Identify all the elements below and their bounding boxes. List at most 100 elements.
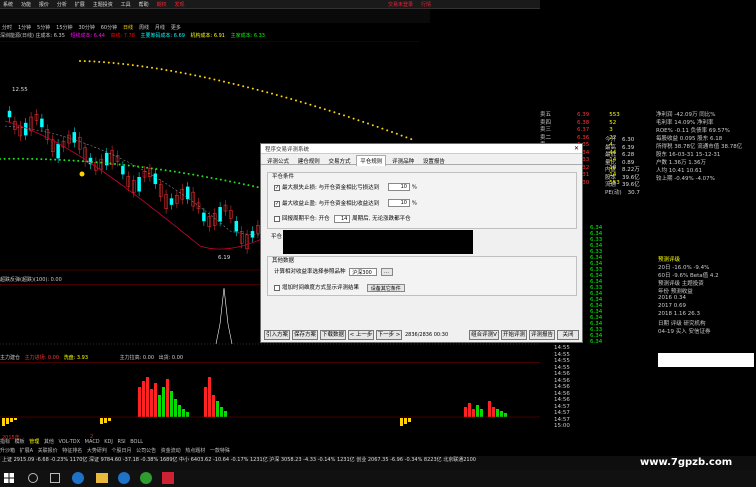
ma-dot: [146, 66, 149, 69]
app-stock-icon[interactable]: [162, 472, 174, 484]
broker-row: 预测评级 主题投资: [658, 281, 704, 287]
tab-formula[interactable]: 评测公式: [264, 156, 292, 166]
search-icon[interactable]: [28, 473, 38, 483]
tf-week[interactable]: 周线: [137, 23, 151, 32]
tab-kdj[interactable]: KDJ: [104, 439, 113, 445]
prev-step-button[interactable]: < 上一步: [348, 330, 374, 340]
tf-more[interactable]: 更多: [169, 23, 183, 32]
test-report-button[interactable]: 评测报告: [529, 330, 555, 340]
taskbar: [0, 470, 756, 487]
menu-tools[interactable]: 工具: [118, 0, 134, 9]
fundamental-row: 股东 16-03-31 15-12-31: [656, 152, 721, 158]
ma-dot: [213, 78, 216, 81]
close-button[interactable]: 关闭: [557, 330, 579, 340]
tab2-1[interactable]: 扩展A: [20, 448, 33, 454]
tab2-2[interactable]: 关联报价: [38, 448, 58, 454]
candle-body: [153, 173, 158, 185]
menu-trade-login[interactable]: 交易未登录: [385, 0, 416, 9]
menu-help[interactable]: 帮助: [136, 0, 152, 9]
menu-quote-right[interactable]: 行情: [418, 0, 434, 9]
windows-start-icon[interactable]: [4, 473, 14, 483]
tf-day[interactable]: 日线: [121, 23, 135, 32]
ma-dot: [81, 160, 84, 163]
ime-toolbar[interactable]: [658, 353, 754, 367]
tab-template[interactable]: 模板: [15, 439, 25, 445]
tf-tick[interactable]: 分时: [0, 23, 14, 32]
tf-month[interactable]: 月线: [153, 23, 167, 32]
ma-dot: [199, 75, 201, 78]
edge-browser-icon[interactable]: [72, 472, 84, 484]
tf-5m[interactable]: 5分钟: [35, 23, 52, 32]
ma-dot: [319, 106, 321, 109]
tab2-9[interactable]: 一款特殊: [210, 448, 230, 454]
menu-function[interactable]: 功能: [18, 0, 34, 9]
volume-bar: [404, 418, 407, 424]
event-marker-icon[interactable]: [79, 171, 85, 177]
takeprofit-checkbox[interactable]: ✓: [274, 200, 280, 207]
volume-panel[interactable]: [0, 362, 540, 434]
ma-dot: [256, 186, 259, 189]
start-test-button[interactable]: 开始评测: [501, 330, 527, 340]
volume-bar: [476, 405, 479, 417]
benchmark-browse-button[interactable]: …: [381, 267, 394, 276]
tab-manage[interactable]: 管理: [29, 439, 39, 445]
tab2-7[interactable]: 资金流动: [161, 448, 181, 454]
tab-entry[interactable]: 建仓规则: [295, 156, 323, 166]
file-explorer-icon[interactable]: [96, 473, 108, 483]
stoploss-checkbox[interactable]: ✓: [274, 184, 280, 191]
stoploss-input[interactable]: 10: [388, 183, 410, 191]
tab-exit[interactable]: 平仓规则: [356, 155, 387, 166]
tab2-0[interactable]: 升沙箱: [0, 448, 15, 454]
status-text: 上证 2915.09 -6.68 -0.23% 1170亿 深证 9784.60…: [2, 457, 476, 463]
tf-30m[interactable]: 30分钟: [76, 23, 96, 32]
combo-test-button[interactable]: 组合评测V: [469, 330, 499, 340]
tf-60m[interactable]: 60分钟: [99, 23, 119, 32]
tab2-4[interactable]: 大势研判: [87, 448, 107, 454]
menu-analysis[interactable]: 分析: [54, 0, 70, 9]
app-k-icon[interactable]: [118, 472, 130, 484]
next-step-button[interactable]: 下一步 >: [376, 330, 402, 340]
close-icon[interactable]: ✕: [574, 145, 579, 152]
download-data-button[interactable]: 下载数据: [320, 330, 346, 340]
menu-system[interactable]: 系统: [0, 0, 16, 9]
tab-report[interactable]: 设置报告: [420, 156, 448, 166]
ma-dot: [83, 60, 86, 63]
menu-quote[interactable]: 报价: [36, 0, 52, 9]
tab-other[interactable]: 其他: [44, 439, 54, 445]
tab-macd[interactable]: MACD: [85, 439, 100, 445]
candle-body: [56, 143, 60, 159]
broker-row: 60日 -9.6% Beta值 4.2: [658, 273, 719, 279]
yellow-dot-line: [79, 60, 413, 141]
ma-dot: [252, 185, 254, 188]
tf-1m[interactable]: 1分钟: [16, 23, 33, 32]
menu-options[interactable]: 期权: [154, 0, 170, 9]
time-dimension-checkbox[interactable]: [274, 284, 280, 291]
tab2-5[interactable]: 个股日月: [111, 448, 131, 454]
tab-symbols[interactable]: 评测品种: [389, 156, 417, 166]
menu-extend[interactable]: 扩展: [72, 0, 88, 9]
menu-theme[interactable]: 主题投资: [90, 0, 116, 9]
menu-discover[interactable]: 发现: [171, 0, 187, 9]
benchmark-input[interactable]: 沪深300: [349, 267, 378, 276]
tab2-6[interactable]: 公司公告: [136, 448, 156, 454]
tab2-3[interactable]: 特征排名: [62, 448, 82, 454]
tab-rsi[interactable]: RSI: [117, 439, 125, 445]
ma-dot: [395, 132, 398, 135]
tab-boll[interactable]: BOLL: [130, 439, 143, 445]
ma-dot: [77, 159, 80, 162]
tab2-8[interactable]: 热点题材: [185, 448, 205, 454]
tab-vol[interactable]: VOL-TDX: [58, 439, 80, 445]
other-conditions-button[interactable]: 设备其它条件: [366, 283, 405, 292]
period-checkbox[interactable]: [274, 215, 280, 222]
takeprofit-input[interactable]: 10: [388, 199, 410, 207]
ma-dot: [178, 171, 181, 174]
save-plan-button[interactable]: 保存方案: [292, 330, 318, 340]
tab-trade[interactable]: 交易方式: [326, 156, 354, 166]
app-green-icon[interactable]: [140, 472, 152, 484]
ma-dot: [280, 95, 283, 98]
tab-indicator[interactable]: 指标: [0, 439, 10, 445]
load-plan-button[interactable]: 引入方案: [264, 330, 290, 340]
period-input[interactable]: 14: [334, 214, 351, 223]
tf-15m[interactable]: 15分钟: [54, 23, 74, 32]
task-view-icon[interactable]: [50, 473, 60, 483]
